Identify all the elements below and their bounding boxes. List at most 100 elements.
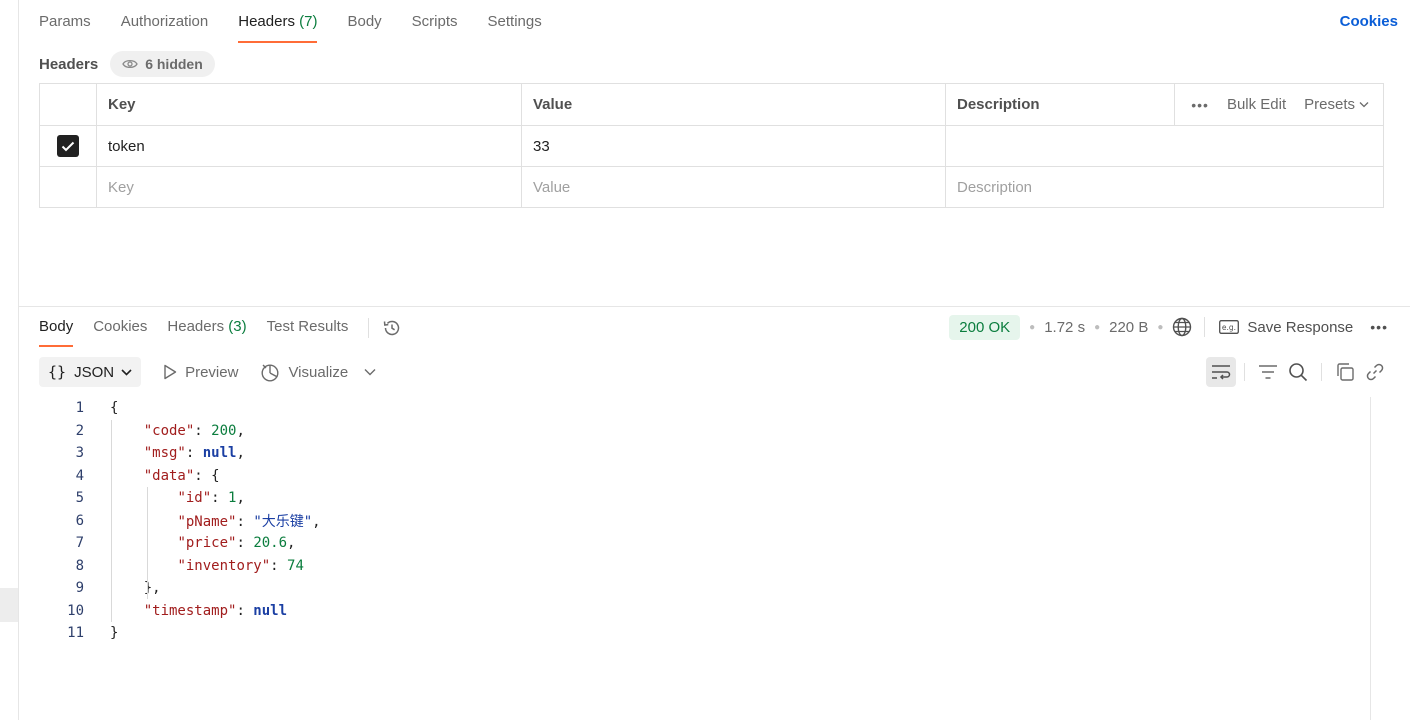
code-token: } <box>110 625 119 642</box>
check-icon <box>61 141 75 151</box>
code-token: : <box>236 602 254 619</box>
chevron-down-icon <box>1359 102 1369 108</box>
header-key-field[interactable]: token <box>96 126 521 166</box>
code-token: 200 <box>211 422 237 439</box>
chevron-down-icon <box>364 369 376 376</box>
code-line: 5 "id": 1, <box>39 487 1368 510</box>
response-body-viewer[interactable]: 1{2 "code": 200, 3 "msg": null, 4 "data": … <box>39 397 1368 720</box>
key-column-header: Key <box>96 84 521 125</box>
response-tab-headers[interactable]: Headers (3) <box>167 309 246 347</box>
response-size[interactable]: 220 B <box>1109 319 1148 336</box>
link-button[interactable] <box>1360 357 1390 387</box>
row-checkbox-cell <box>40 126 96 166</box>
svg-text:e.g.: e.g. <box>1222 323 1236 332</box>
code-token: : { <box>194 467 220 484</box>
visualize-button[interactable]: Visualize <box>260 362 348 382</box>
line-number: 3 <box>75 445 84 462</box>
tab-scripts[interactable]: Scripts <box>412 0 458 44</box>
hidden-headers-toggle[interactable]: 6 hidden <box>110 51 215 77</box>
new-value-input[interactable]: Value <box>521 167 945 207</box>
bulk-edit-button[interactable]: Bulk Edit <box>1227 96 1286 113</box>
status-badge[interactable]: 200 OK <box>949 314 1021 340</box>
code-token: : <box>236 513 254 530</box>
format-label: JSON <box>74 363 115 381</box>
globe-icon[interactable] <box>1172 317 1192 337</box>
request-tabs: Params Authorization Headers (7) Body Sc… <box>39 0 572 44</box>
more-options-icon[interactable]: ••• <box>1370 319 1388 335</box>
wrap-lines-button[interactable] <box>1206 357 1236 387</box>
code-text: "msg": null, <box>84 445 245 461</box>
visualize-dropdown[interactable] <box>364 368 376 376</box>
code-token: : <box>194 422 212 439</box>
code-token: "msg" <box>143 445 186 462</box>
format-dropdown[interactable]: {} JSON <box>39 357 142 387</box>
code-token: "price" <box>177 535 237 552</box>
code-token: , <box>312 513 321 530</box>
headers-table: Key Value Description ••• Bulk Edit Pres… <box>39 83 1384 208</box>
history-icon[interactable] <box>381 317 403 339</box>
separator-dot: ● <box>1094 321 1101 333</box>
header-value-field[interactable]: 33 <box>521 126 945 166</box>
code-token: "inventory" <box>177 557 271 574</box>
tab-body[interactable]: Body <box>347 0 381 44</box>
visualize-label: Visualize <box>288 363 349 381</box>
code-token: null <box>253 602 288 619</box>
new-key-input[interactable]: Key <box>96 167 521 207</box>
table-row: token 33 <box>40 125 1383 166</box>
separator-dot: ● <box>1029 321 1036 333</box>
response-meta: 200 OK ● 1.72 s ● 220 B ● e.g. Save Resp… <box>949 313 1388 341</box>
body-toolbar: {} JSON Preview Visualize <box>39 357 376 387</box>
tab-settings[interactable]: Settings <box>488 0 542 44</box>
main-panel: Params Authorization Headers (7) Body Sc… <box>19 0 1410 720</box>
row-enabled-checkbox[interactable] <box>57 135 79 157</box>
code-token: : <box>211 490 229 507</box>
code-text: "price": 20.6, <box>84 535 295 551</box>
line-number: 11 <box>67 625 84 642</box>
code-text: }, <box>84 580 161 596</box>
presets-label: Presets <box>1304 96 1355 113</box>
divider <box>1244 363 1245 381</box>
response-tab-cookies[interactable]: Cookies <box>93 309 147 347</box>
headers-section-title: Headers <box>39 55 99 73</box>
code-token: 74 <box>287 557 304 574</box>
new-description-input[interactable]: Description <box>945 167 1383 207</box>
code-text: "id": 1, <box>84 490 244 507</box>
code-line: 6 "pName": "大乐键", <box>39 510 1368 533</box>
tab-headers[interactable]: Headers (7) <box>238 0 318 44</box>
table-header-row: Key Value Description ••• Bulk Edit Pres… <box>40 84 1383 125</box>
search-button[interactable] <box>1283 357 1313 387</box>
presets-dropdown[interactable]: Presets <box>1304 96 1369 113</box>
line-number: 4 <box>75 467 84 484</box>
response-divider[interactable] <box>19 306 1410 307</box>
code-token: { <box>110 400 119 417</box>
tab-headers-count: (7) <box>299 13 318 30</box>
tab-authorization[interactable]: Authorization <box>121 0 209 44</box>
response-tab-body[interactable]: Body <box>39 309 74 347</box>
header-description-field[interactable] <box>945 126 1383 166</box>
preview-button[interactable]: Preview <box>163 364 238 381</box>
line-number: 1 <box>75 400 84 417</box>
cookies-link[interactable]: Cookies <box>1340 13 1398 30</box>
eye-icon <box>122 59 138 69</box>
line-number: 6 <box>75 512 84 529</box>
filter-button[interactable] <box>1253 357 1283 387</box>
code-line: 11} <box>39 622 1368 645</box>
tab-params[interactable]: Params <box>39 0 91 44</box>
code-token: "code" <box>143 422 195 439</box>
sidebar-highlight <box>0 588 18 622</box>
response-tab-test-results[interactable]: Test Results <box>267 309 349 347</box>
code-line: 4 "data": { <box>39 465 1368 488</box>
hidden-count: 6 hidden <box>145 56 203 72</box>
code-text: "inventory": 74 <box>84 557 304 574</box>
scrollbar[interactable] <box>1370 397 1386 720</box>
more-options-icon[interactable]: ••• <box>1191 97 1209 113</box>
response-tabs: Body Cookies Headers (3) Test Results <box>39 309 403 347</box>
save-response-button[interactable]: e.g. Save Response <box>1219 319 1353 336</box>
code-token: : <box>236 535 254 552</box>
code-text: "pName": "大乐键", <box>84 511 321 531</box>
code-token: 20.6 <box>253 535 288 552</box>
copy-button[interactable] <box>1330 357 1360 387</box>
response-time[interactable]: 1.72 s <box>1044 319 1085 336</box>
code-text: "data": { <box>84 468 220 484</box>
divider <box>1204 317 1206 337</box>
